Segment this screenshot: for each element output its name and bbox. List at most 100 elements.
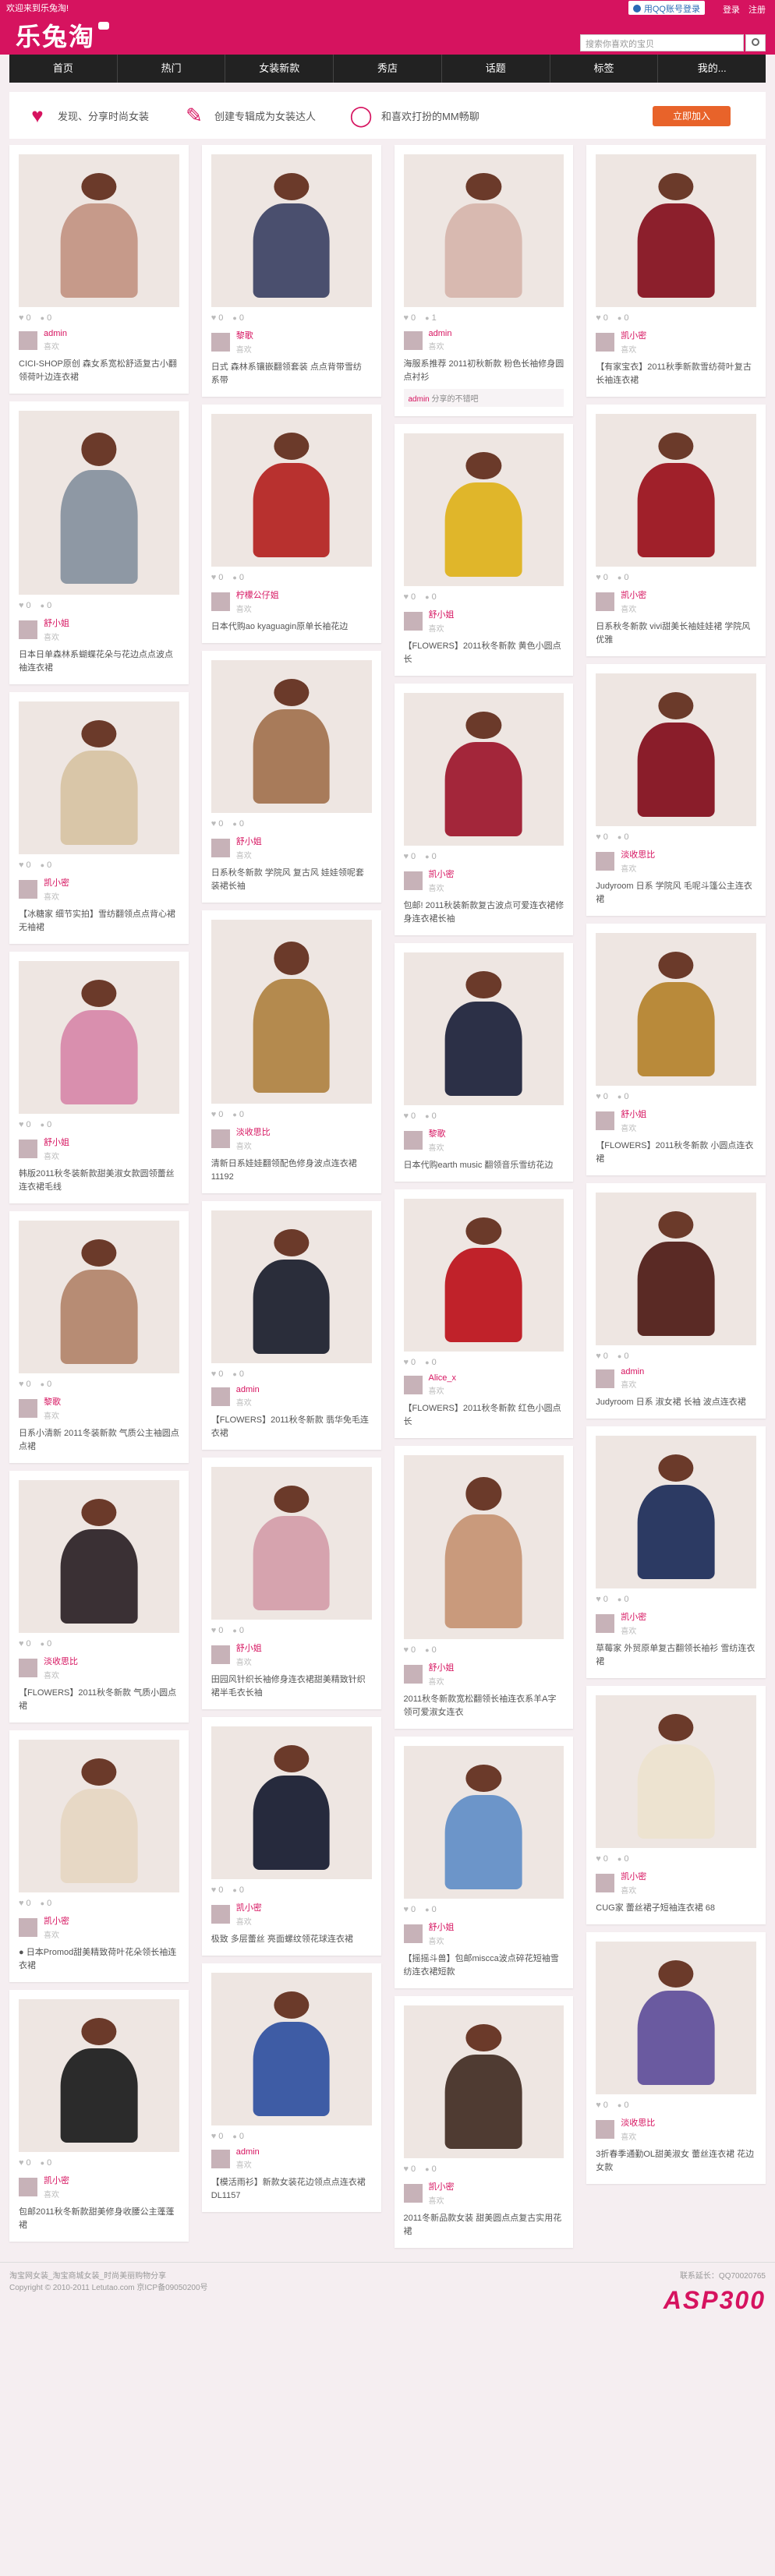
like-count[interactable]: 0 — [19, 1120, 31, 1129]
avatar[interactable] — [403, 1664, 423, 1684]
author-name[interactable]: 凯小密 — [429, 2180, 455, 2193]
comment-count[interactable]: 0 — [232, 819, 244, 829]
product-card[interactable]: 00 Alice_x 喜欢【FLOWERS】2011秋冬新款 红色小圆点长 — [394, 1189, 574, 1438]
product-description[interactable]: 包邮! 2011秋装新款复古波点可爱连衣裙修身连衣裙长袖 — [404, 899, 564, 926]
product-card[interactable]: 00 admin 喜欢 CICI-SHOP原创 森女系宽松舒适复古小翻领荷叶边连衣裙 — [9, 145, 189, 394]
nav-item-new-styles[interactable]: 女装新款 — [225, 55, 334, 83]
product-card[interactable]: 00舒小姐喜欢日本日单森林系蝴蝶花朵与花边点点波点袖连衣裙 — [9, 401, 189, 684]
product-card[interactable]: 00 凯小密喜欢包邮! 2011秋装新款复古波点可爱连衣裙修身连衣裙长袖 — [394, 684, 574, 935]
comment-count[interactable]: 0 — [41, 860, 51, 870]
author-name[interactable]: 舒小姐 — [429, 1661, 455, 1673]
product-card[interactable]: 00 黎歌喜欢日式 森林系镶嵌翻领套装 点点背带雪纺 系带 — [201, 145, 381, 397]
login-link[interactable]: 登录 — [723, 5, 740, 15]
product-description[interactable]: 日本代购ao kyaguagin原单长袖花边 — [211, 620, 372, 634]
product-photo[interactable] — [211, 1210, 372, 1363]
comment-count[interactable]: 0 — [425, 852, 437, 861]
author-name[interactable]: 淡收思比 — [44, 1655, 78, 1667]
product-photo[interactable] — [596, 154, 756, 307]
avatar[interactable] — [211, 1387, 230, 1406]
like-count[interactable]: 0 — [404, 2164, 416, 2174]
product-description[interactable]: 【冰糖家 细节实拍】雪纺翻领点点背心裙 无袖裙 — [19, 908, 179, 935]
like-count[interactable]: 0 — [404, 1358, 416, 1367]
product-description[interactable]: 日系秋冬新款 vivi甜美长袖娃娃裙 学院风 优雅 — [596, 620, 756, 647]
join-now-button[interactable]: 立即加入 — [653, 106, 731, 126]
comment-count[interactable]: 0 — [618, 313, 628, 323]
author-name[interactable]: 淡收思比 — [621, 848, 655, 860]
product-photo[interactable] — [596, 1436, 756, 1588]
nav-item-mine[interactable]: 我的... — [658, 55, 766, 83]
like-count[interactable]: 0 — [404, 592, 416, 602]
author-name[interactable]: admin — [236, 2147, 260, 2157]
product-card[interactable]: 00凯小密喜欢● 日本Promod甜美精致荷叶花朵领长袖连衣裙 — [9, 1730, 189, 1982]
like-count[interactable]: 0 — [596, 313, 608, 323]
comment-count[interactable]: 0 — [41, 2158, 51, 2168]
logo-text[interactable]: 乐兔淘 — [16, 22, 95, 51]
comment-count[interactable]: 0 — [232, 1626, 244, 1635]
product-card[interactable]: 00 舒小姐喜欢田园风针织长袖修身连衣裙甜美精致针织裙半毛衣长袖 — [201, 1458, 381, 1709]
search-button[interactable] — [745, 34, 766, 51]
like-count[interactable]: 0 — [211, 313, 223, 323]
product-photo[interactable] — [403, 693, 564, 846]
like-count[interactable]: 0 — [596, 832, 608, 842]
product-description[interactable]: 【模活雨衫】新款女装花边领点点连衣裙DL1157 — [211, 2176, 372, 2203]
avatar[interactable] — [19, 330, 37, 350]
author-name[interactable]: 淡收思比 — [621, 2116, 655, 2129]
comment-count[interactable]: 0 — [41, 1639, 51, 1648]
product-photo[interactable] — [596, 933, 756, 1086]
like-count[interactable]: 0 — [211, 1626, 223, 1635]
product-description[interactable]: 日本日单森林系蝴蝶花朵与花边点点波点袖连衣裙 — [19, 648, 179, 675]
product-card[interactable]: 00 admin 喜欢【模活雨衫】新款女装花边领点点连衣裙DL1157 — [201, 1963, 381, 2212]
product-photo[interactable] — [19, 701, 179, 854]
avatar[interactable] — [211, 1904, 230, 1924]
author-name[interactable]: 凯小密 — [621, 1870, 646, 1882]
product-description[interactable]: 清新日系娃娃翻领配色修身波点连衣裙11192 — [211, 1157, 372, 1184]
comment-count[interactable]: 0 — [425, 1905, 437, 1914]
author-name[interactable]: 凯小密 — [429, 868, 455, 880]
avatar[interactable] — [403, 1375, 423, 1394]
comment-count[interactable]: 0 — [232, 1885, 244, 1895]
product-card[interactable]: 00舒小姐喜欢【FLOWERS】2011秋冬新款 小圆点连衣裙 — [586, 924, 766, 1175]
product-description[interactable]: 日系小清新 2011冬装新款 气质公主袖圆点点裙 — [19, 1427, 179, 1454]
comment-count[interactable]: 0 — [41, 313, 51, 323]
product-card[interactable]: 00 凯小密喜欢包邮2011秋冬新款甜美修身收腰公主蓬蓬裙 — [9, 1990, 189, 2242]
nav-item-home[interactable]: 首页 — [9, 55, 118, 83]
comment-count[interactable]: 0 — [425, 2164, 437, 2174]
comment-count[interactable]: 0 — [41, 1380, 51, 1389]
product-description[interactable]: 【FLOWERS】2011秋冬新款 小圆点连衣裙 — [596, 1140, 756, 1166]
author-name[interactable]: 舒小姐 — [429, 1921, 455, 1933]
like-count[interactable]: 0 — [211, 573, 223, 582]
product-card[interactable]: 00 淡收思比喜欢 Judyroom 日系 学院风 毛呢斗篷公主连衣裙 — [586, 664, 766, 916]
comment-count[interactable]: 0 — [618, 1854, 628, 1864]
product-card[interactable]: 00 凯小密喜欢 CUG家 蕾丝裙子短袖连衣裙 68 — [586, 1686, 766, 1924]
author-name[interactable]: 黎歌 — [44, 1395, 61, 1408]
product-description[interactable]: 韩版2011秋冬装新款甜美淑女款圆领蕾丝连衣裙毛线 — [19, 1168, 179, 1194]
nav-item-topics[interactable]: 话题 — [442, 55, 550, 83]
nav-item-hot[interactable]: 热门 — [118, 55, 226, 83]
product-card[interactable]: 00 舒小姐喜欢【FLOWERS】2011秋冬新款 黄色小圆点长 — [394, 424, 574, 676]
like-count[interactable]: 0 — [19, 860, 31, 870]
comment-count[interactable]: 0 — [41, 1899, 51, 1908]
product-photo[interactable] — [19, 961, 179, 1114]
avatar[interactable] — [596, 332, 615, 352]
like-count[interactable]: 0 — [211, 1369, 223, 1379]
product-card[interactable]: 00 柠檬公仔姐喜欢日本代购ao kyaguagin原单长袖花边 — [201, 405, 381, 643]
product-photo[interactable] — [403, 1746, 564, 1899]
avatar[interactable] — [19, 1658, 37, 1677]
avatar[interactable] — [596, 2119, 615, 2139]
product-description[interactable]: 极致 多层蕾丝 亮面螺纹领花球连衣裙 — [211, 1933, 372, 1946]
product-description[interactable]: Judyroom 日系 淑女裙 长袖 波点连衣裙 — [596, 1396, 756, 1409]
avatar[interactable] — [403, 330, 423, 350]
like-count[interactable]: 0 — [596, 1595, 608, 1604]
author-name[interactable]: 舒小姐 — [44, 617, 69, 629]
product-description[interactable]: 【FLOWERS】2011秋冬新款 翡华免毛连衣裙 — [211, 1414, 372, 1440]
comment-count[interactable]: 0 — [618, 573, 628, 582]
product-card[interactable]: 00 淡收思比喜欢清新日系娃娃翻领配色修身波点连衣裙11192 — [201, 910, 381, 1193]
nav-item-shops[interactable]: 秀店 — [334, 55, 442, 83]
product-card[interactable]: 00 凯小密喜欢【有家宝衣】2011秋季新款雪纺荷叶复古长袖连衣裙 — [586, 145, 766, 397]
like-count[interactable]: 0 — [404, 852, 416, 861]
author-name[interactable]: 舒小姐 — [236, 1641, 262, 1654]
product-photo[interactable] — [403, 2005, 564, 2158]
avatar[interactable] — [596, 851, 615, 871]
author-name[interactable]: admin — [236, 1385, 260, 1394]
like-count[interactable]: 0 — [596, 573, 608, 582]
